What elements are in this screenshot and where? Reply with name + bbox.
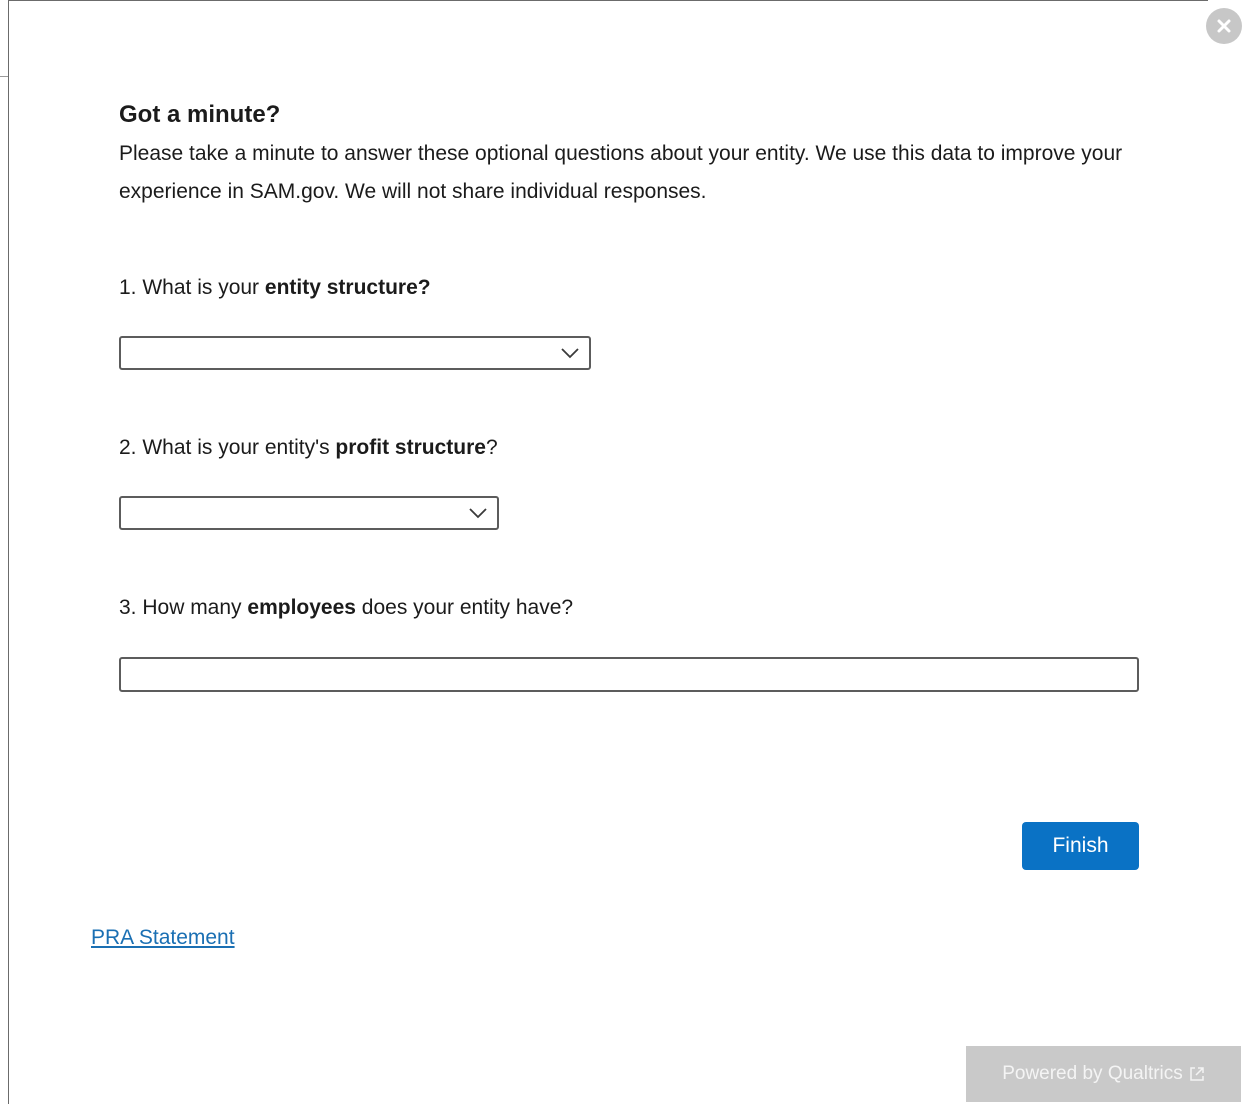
powered-by-qualtrics-badge[interactable]: Powered by Qualtrics <box>966 1046 1241 1102</box>
close-button[interactable] <box>1206 8 1242 44</box>
question-2-label: 2. What is your entity's profit structur… <box>119 434 498 462</box>
question-1-prefix: 1. What is your <box>119 276 265 299</box>
question-1-label: 1. What is your entity structure? <box>119 274 431 302</box>
close-icon <box>1217 19 1231 33</box>
survey-form: Got a minute? Please take a minute to an… <box>119 98 1149 211</box>
powered-by-label: Powered by Qualtrics <box>1002 1063 1183 1084</box>
frame-divider <box>0 76 8 77</box>
question-2-suffix: ? <box>485 436 498 459</box>
entity-structure-select[interactable] <box>119 336 591 370</box>
employees-count-input[interactable] <box>119 657 1139 692</box>
pra-statement-link[interactable]: PRA Statement <box>91 926 235 950</box>
question-2-prefix: 2. What is your entity's <box>119 436 336 459</box>
question-3-suffix: does your entity have? <box>355 596 574 619</box>
survey-title: Got a minute? <box>119 101 281 128</box>
external-link-icon <box>1190 1067 1204 1081</box>
question-3-emphasis: employees <box>247 596 356 619</box>
question-2-emphasis: profit structure <box>335 436 486 459</box>
chevron-down-icon <box>561 348 579 359</box>
finish-button[interactable]: Finish <box>1022 822 1139 870</box>
profit-structure-select[interactable] <box>119 496 499 530</box>
dialog-frame-top-border <box>8 0 1208 1</box>
question-3-label: 3. How many employees does your entity h… <box>119 594 573 622</box>
dialog-frame-left-border <box>8 0 9 1104</box>
survey-intro: Please take a minute to answer these opt… <box>119 142 1123 203</box>
chevron-down-icon <box>469 508 487 519</box>
question-1-emphasis: entity structure? <box>264 276 431 299</box>
question-3-prefix: 3. How many <box>119 596 248 619</box>
